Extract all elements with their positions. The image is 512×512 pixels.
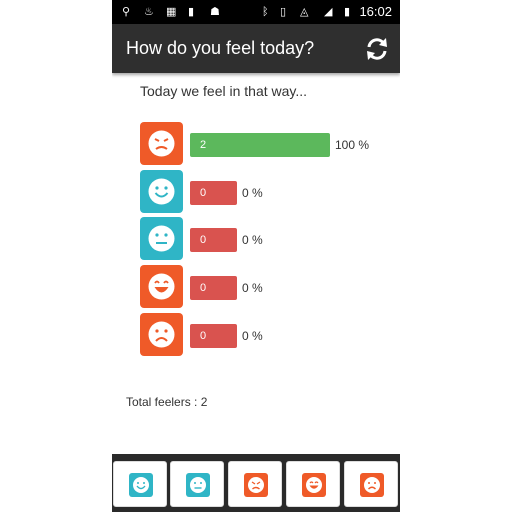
android-icon: ☗ [210,5,220,18]
usb-icon: ⚲ [122,5,131,18]
laughing-face-icon [140,265,183,308]
mood-count-bar: 0 [190,324,237,348]
mood-count-bar: 2 [190,133,330,157]
angry-face-icon [244,473,268,497]
app-bar: How do you feel today? [112,24,400,73]
sad-face-icon [360,473,384,497]
mood-row-happy: 0 0 % [140,170,400,214]
refresh-icon[interactable] [362,34,392,64]
flame-icon: ♨ [144,5,154,18]
grid-icon: ▦ [166,5,177,18]
mood-count-bar: 0 [190,276,237,300]
signal-icon: ◢ [324,5,333,18]
laughing-face-icon [302,473,326,497]
vote-sad-button[interactable] [344,461,398,507]
vote-neutral-button[interactable] [170,461,224,507]
sad-face-icon [140,313,183,356]
status-time: 16:02 [359,4,392,19]
vote-angry-button[interactable] [228,461,282,507]
battery-icon: ▮ [344,5,351,18]
mood-button-bar [112,454,400,512]
mood-percent: 100 % [335,138,370,152]
vote-happy-button[interactable] [113,461,167,507]
sd-card-icon: ▮ [188,5,195,18]
angry-face-icon [140,122,183,165]
mood-percent: 0 % [242,329,263,343]
mood-row-sad: 0 0 % [140,313,400,357]
happy-face-icon [140,170,183,213]
mood-percent: 0 % [242,233,263,247]
mood-row-angry: 2 100 % [140,122,400,166]
results-subtitle: Today we feel in that way... [140,83,308,99]
phone-screen: ⚲ ♨ ▦ ▮ ☗ ᛒ ▯ ◬ ◢ ▮ 16:02 How do you fee… [112,0,400,512]
neutral-face-icon [186,473,210,497]
mood-row-neutral: 0 0 % [140,217,400,261]
status-bar: ⚲ ♨ ▦ ▮ ☗ ᛒ ▯ ◬ ◢ ▮ 16:02 [112,0,400,24]
neutral-face-icon [140,217,183,260]
mood-count-bar: 0 [190,228,237,252]
total-feelers: Total feelers : 2 [126,395,208,409]
vibrate-icon: ▯ [280,5,287,18]
wifi-icon: ◬ [300,5,309,18]
bluetooth-icon: ᛒ [262,5,269,18]
mood-count-bar: 0 [190,181,237,205]
app-title: How do you feel today? [126,38,315,58]
vote-laughing-button[interactable] [286,461,340,507]
mood-percent: 0 % [242,281,263,295]
mood-row-laughing: 0 0 % [140,265,400,309]
mood-percent: 0 % [242,186,263,200]
happy-face-icon [129,473,153,497]
